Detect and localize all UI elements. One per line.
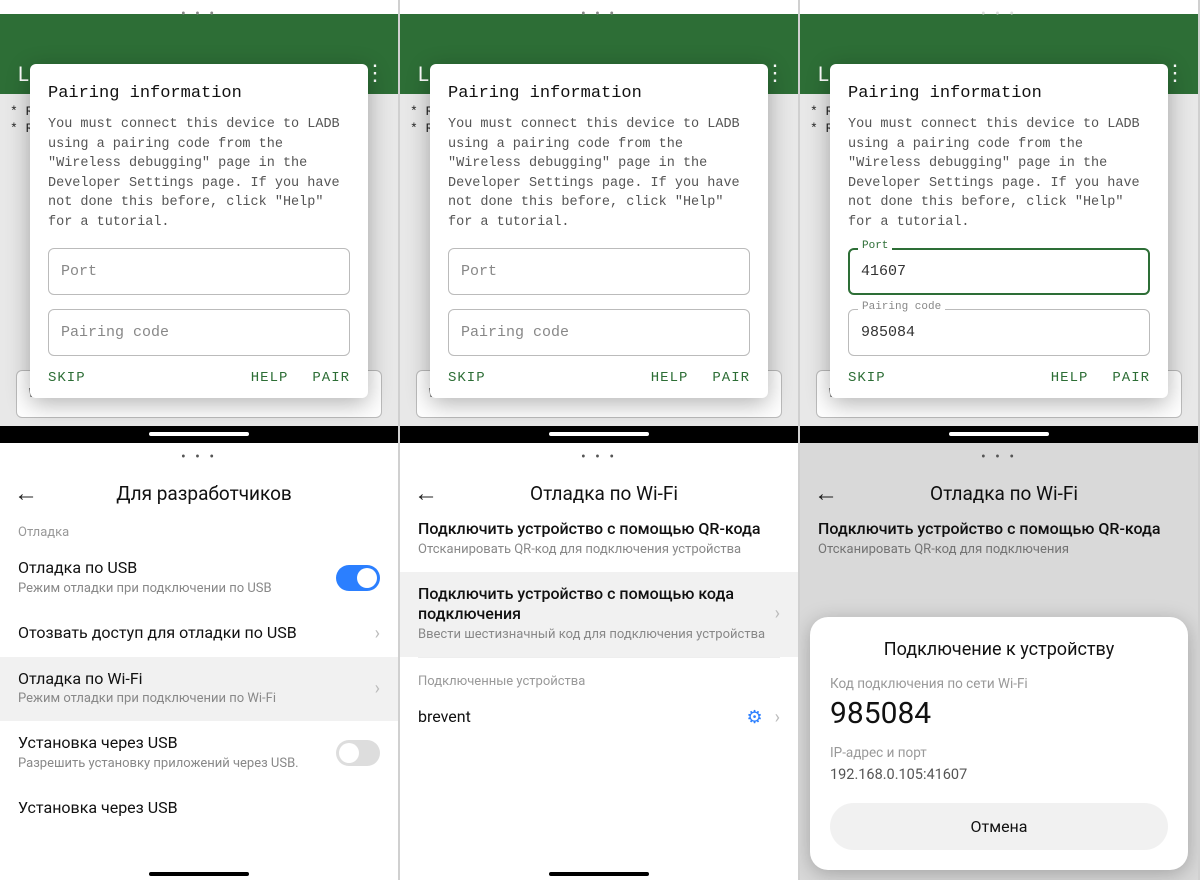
sheet-ip-label: IP-адрес и порт (830, 745, 1168, 761)
gear-icon[interactable]: ⚙ (746, 707, 762, 728)
pairing-code-input[interactable] (848, 309, 1150, 356)
pairing-code-input[interactable] (448, 309, 750, 356)
row-title: Отладка по USB (18, 558, 336, 579)
chevron-right-icon: › (375, 678, 380, 699)
dialog-body: You must connect this device to LADB usi… (48, 115, 350, 232)
row-title: Подключить устройство с помощью кода под… (418, 584, 767, 626)
dialog-title: Pairing information (48, 84, 350, 103)
pair-button[interactable]: PAIR (712, 370, 750, 386)
dialog-title: Pairing information (848, 84, 1150, 103)
section-label: Подключенные устройства (400, 658, 798, 695)
page-title: Отладка по Wi-Fi (456, 482, 752, 505)
pair-button[interactable]: PAIR (312, 370, 350, 386)
help-button[interactable]: HELP (651, 370, 689, 386)
install-via-usb-row-2[interactable]: Установка через USB (0, 786, 398, 832)
usb-debugging-row[interactable]: Отладка по USB Режим отладки при подключ… (0, 546, 398, 611)
back-icon[interactable]: ← (14, 479, 38, 508)
drag-handle-icon[interactable]: • • • (800, 449, 1198, 465)
connected-device-row[interactable]: brevent ⚙ › (400, 695, 798, 741)
dialog-body: You must connect this device to LADB usi… (448, 115, 750, 232)
drag-handle-icon[interactable]: • • • (400, 449, 798, 465)
row-subtitle: Отсканировать QR-код для подключения (818, 542, 1180, 559)
pairing-bottom-sheet: Подключение к устройству Код подключения… (810, 617, 1188, 870)
sheet-code-label: Код подключения по сети Wi-Fi (830, 676, 1168, 692)
dialog-title: Pairing information (448, 84, 750, 103)
port-input[interactable] (448, 248, 750, 295)
dialog-body: You must connect this device to LADB usi… (848, 115, 1150, 232)
port-input[interactable] (848, 248, 1150, 295)
install-via-usb-row[interactable]: Установка через USB Разрешить установку … (0, 721, 398, 786)
pairing-code-value: 985084 (830, 696, 1168, 731)
row-subtitle: Режим отладки при подключении по USB (18, 581, 336, 598)
row-subtitle: Отсканировать QR-код для подключения уст… (418, 542, 780, 559)
row-subtitle: Ввести шестизначный код для подключения … (418, 627, 767, 644)
skip-button[interactable]: SKIP (48, 370, 86, 386)
drag-handle-icon[interactable]: • • • (800, 6, 1198, 22)
help-button[interactable]: HELP (251, 370, 289, 386)
back-icon[interactable]: ← (814, 479, 838, 508)
row-title: Отозвать доступ для отладки по USB (18, 623, 367, 644)
pair-qr-row[interactable]: Подключить устройство с помощью QR-кода … (800, 517, 1198, 572)
row-title: Установка через USB (18, 798, 380, 819)
wifi-debugging-row[interactable]: Отладка по Wi-Fi Режим отладки при подкл… (0, 657, 398, 722)
chevron-right-icon: › (375, 623, 380, 644)
pair-button[interactable]: PAIR (1112, 370, 1150, 386)
usb-debugging-toggle[interactable] (336, 565, 380, 591)
skip-button[interactable]: SKIP (848, 370, 886, 386)
pair-qr-row[interactable]: Подключить устройство с помощью QR-кода … (400, 517, 798, 572)
row-title: Подключить устройство с помощью QR-кода (818, 519, 1180, 540)
skip-button[interactable]: SKIP (448, 370, 486, 386)
chevron-right-icon: › (775, 707, 780, 728)
pairing-dialog: Pairing information You must connect thi… (30, 64, 368, 398)
row-title: Установка через USB (18, 733, 336, 754)
port-input[interactable] (48, 248, 350, 295)
pairing-dialog: Pairing information You must connect thi… (430, 64, 768, 398)
row-title: Отладка по Wi-Fi (18, 669, 367, 690)
ip-port-value: 192.168.0.105:41607 (830, 765, 1168, 785)
revoke-usb-row[interactable]: Отозвать доступ для отладки по USB › (0, 611, 398, 657)
pairing-dialog: Pairing information You must connect thi… (830, 64, 1168, 398)
install-via-usb-toggle[interactable] (336, 740, 380, 766)
drag-handle-icon[interactable]: • • • (0, 449, 398, 465)
page-title: Для разработчиков (56, 482, 352, 505)
pairing-code-label: Pairing code (858, 301, 945, 313)
pairing-code-input[interactable] (48, 309, 350, 356)
help-button[interactable]: HELP (1051, 370, 1089, 386)
device-name: brevent (418, 707, 746, 728)
pair-code-row[interactable]: Подключить устройство с помощью кода под… (400, 572, 798, 657)
section-label: Отладка (0, 517, 398, 546)
back-icon[interactable]: ← (414, 479, 438, 508)
drag-handle-icon[interactable]: • • • (400, 6, 798, 22)
row-subtitle: Режим отладки при подключении по Wi-Fi (18, 691, 367, 708)
sheet-title: Подключение к устройству (830, 639, 1168, 660)
cancel-button[interactable]: Отмена (830, 803, 1168, 850)
page-title: Отладка по Wi-Fi (856, 482, 1152, 505)
row-title: Подключить устройство с помощью QR-кода (418, 519, 780, 540)
chevron-right-icon: › (775, 603, 780, 624)
port-label: Port (858, 240, 892, 252)
row-subtitle: Разрешить установку приложений через USB… (18, 756, 336, 773)
drag-handle-icon[interactable]: • • • (0, 6, 398, 22)
